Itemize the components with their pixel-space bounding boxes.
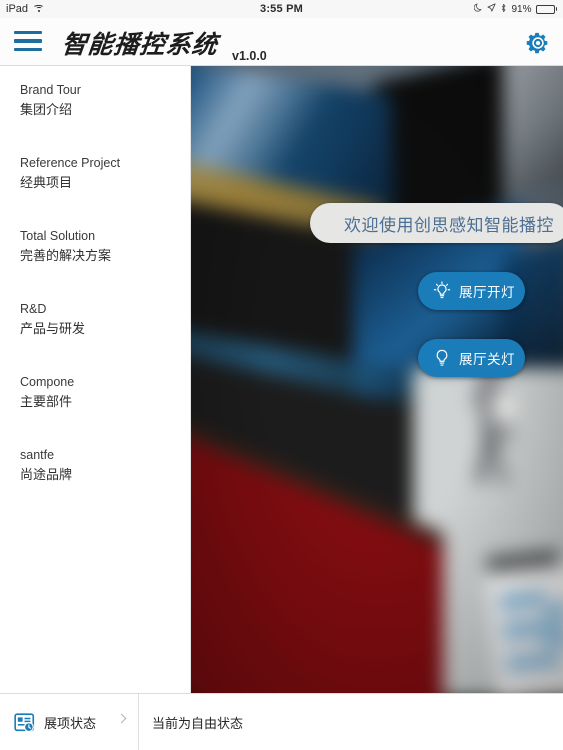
lights-on-label: 展厅开灯 <box>459 285 515 300</box>
sidebar-item-rd[interactable]: R&D 产品与研发 <box>0 293 190 345</box>
lightbulb-on-icon <box>432 280 452 302</box>
app-version-label: v1.0.0 <box>232 49 267 63</box>
app-root: iPad 3:55 PM 91% 智能播控系统 v1.0.0 Brand Tou… <box>0 0 563 750</box>
sidebar-item-label-cn: 完善的解决方案 <box>20 248 112 263</box>
sidebar-item-total-solution[interactable]: Total Solution 完善的解决方案 <box>0 220 190 272</box>
status-bar-right: 91% <box>474 3 557 16</box>
ios-status-bar: iPad 3:55 PM 91% <box>0 0 563 18</box>
lights-off-button[interactable]: 展厅关灯 <box>418 339 525 377</box>
welcome-message-bubble: 欢迎使用创思感知智能播控 <box>310 203 563 243</box>
sidebar-item-compone[interactable]: Compone 主要部件 <box>0 366 190 418</box>
battery-percent-label: 91% <box>511 3 532 15</box>
sidebar-item-label-cn: 主要部件 <box>20 394 73 409</box>
sidebar-item-label-en: Total Solution <box>20 229 96 243</box>
bottom-bar: 展项状态 当前为自由状态 <box>0 693 563 750</box>
sidebar-item-label-en: Reference Project <box>20 156 121 170</box>
exhibit-status-icon <box>14 712 35 733</box>
battery-icon <box>535 4 557 14</box>
app-header: 智能播控系统 v1.0.0 <box>0 18 563 66</box>
lights-on-button[interactable]: 展厅开灯 <box>418 272 525 310</box>
main-stage: 欢迎使用创思感知智能播控 展厅开灯 展厅关灯 <box>191 66 563 693</box>
hamburger-menu-icon[interactable] <box>14 28 42 54</box>
lightbulb-off-icon <box>432 347 452 369</box>
sidebar-item-label-en: Brand Tour <box>20 83 81 97</box>
moon-do-not-disturb-icon <box>474 3 483 15</box>
exhibit-status-button[interactable]: 展项状态 <box>0 694 139 750</box>
gear-icon[interactable] <box>525 30 551 56</box>
page-title: 智能播控系统 <box>60 32 220 59</box>
sidebar-item-label-cn: 集团介绍 <box>20 102 73 117</box>
sidebar-item-brand-tour[interactable]: Brand Tour 集团介绍 <box>0 74 190 126</box>
sidebar-item-label-cn: 经典项目 <box>20 175 73 190</box>
lights-off-label: 展厅关灯 <box>459 352 515 367</box>
sidebar-menu: Brand Tour 集团介绍 Reference Project 经典项目 T… <box>0 66 191 693</box>
sidebar-item-label-cn: 尚途品牌 <box>20 467 73 482</box>
sidebar-item-reference-project[interactable]: Reference Project 经典项目 <box>0 147 190 199</box>
welcome-message-text: 欢迎使用创思感知智能播控 <box>344 215 554 235</box>
sidebar-item-label-en: santfe <box>20 448 55 462</box>
exhibit-status-label: 展项状态 <box>44 716 97 731</box>
exhibition-hall-background-image <box>191 66 563 693</box>
sidebar-item-label-cn: 产品与研发 <box>20 321 86 336</box>
sidebar-item-label-en: Compone <box>20 375 75 389</box>
sidebar-item-label-en: R&D <box>20 302 47 316</box>
location-arrow-icon <box>487 3 496 15</box>
chevron-right-icon <box>116 713 127 724</box>
current-status-text: 当前为自由状态 <box>152 716 244 731</box>
bluetooth-icon <box>500 3 507 16</box>
sidebar-item-santfe[interactable]: santfe 尚途品牌 <box>0 439 190 491</box>
